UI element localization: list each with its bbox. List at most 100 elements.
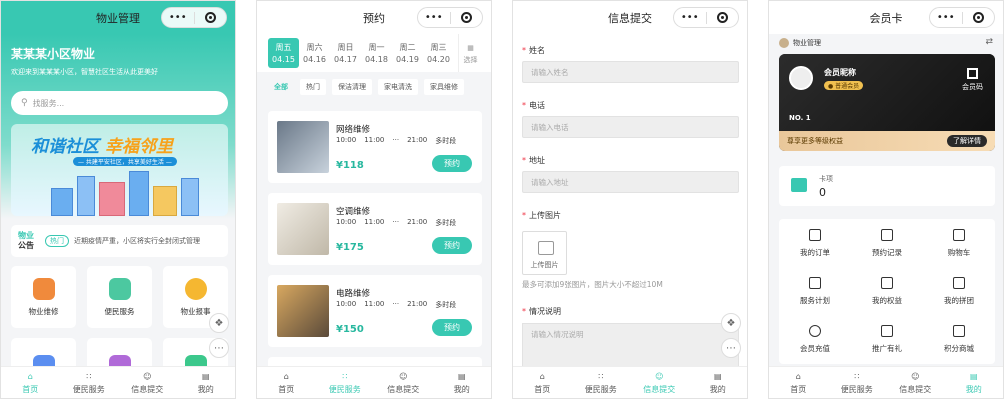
more-icon[interactable]: ••• (418, 8, 450, 27)
service-item[interactable]: 便民服务 (87, 266, 152, 328)
service-card[interactable]: 空调维修 10:00 11:00 ··· 21:00 多时段 ¥175 预约 (268, 193, 482, 265)
chat-icon (184, 277, 207, 300)
service-item[interactable]: 物业维修 (11, 266, 76, 328)
service-card[interactable]: 网络维修 10:00 11:00 ··· 21:00 多时段 ¥118 预约 (268, 111, 482, 183)
share-icon[interactable]: ❖ (209, 313, 229, 333)
menu-item[interactable]: 我的拼团 (923, 267, 995, 315)
date-item[interactable]: 周日 04.17 (330, 34, 361, 72)
level-badge: ● 普通会员 (824, 81, 864, 90)
date-item[interactable]: 周一 04.18 (361, 34, 392, 72)
detail-button[interactable]: 了解详情 (947, 135, 987, 147)
tab-home[interactable]: ⌂ 首页 (769, 367, 828, 398)
name-field[interactable]: 请输入姓名 (522, 61, 739, 83)
address-label: * 地址 (522, 156, 545, 165)
category-tab[interactable]: 全部 (268, 79, 294, 95)
close-icon[interactable] (451, 8, 483, 27)
home-icon: ⌂ (283, 371, 289, 381)
banner[interactable]: 和谐社区 幸福邻里 — 共建平安社区，共享美好生活 — (11, 124, 228, 216)
org-avatar (779, 38, 789, 48)
menu-item[interactable]: 购物车 (923, 219, 995, 267)
yen-icon (809, 325, 821, 338)
share-icon[interactable]: ❖ (721, 313, 741, 333)
phone-field[interactable]: 请输入电话 (522, 116, 739, 138)
service-chat-icon[interactable]: ⋯ (209, 338, 229, 358)
category-tab[interactable]: 家电清洗 (378, 79, 418, 95)
description-label: * 情况说明 (522, 307, 561, 316)
book-button[interactable]: 预约 (432, 155, 472, 172)
service-chat-icon[interactable]: ⋯ (721, 338, 741, 358)
tab-home[interactable]: ⌂ 首页 (1, 367, 60, 398)
tab-home[interactable]: ⌂ 首页 (257, 367, 316, 398)
more-icon[interactable]: ••• (674, 8, 706, 27)
wallet-icon (791, 178, 807, 192)
card-icon: ▤ (713, 371, 722, 381)
date-selector: 周五 04.15 周六 04.16 周日 04.17 周一 04.18 周二 04.19 … (257, 34, 491, 72)
book-button[interactable]: 预约 (432, 319, 472, 336)
tab-mine[interactable]: ▤ 我的 (689, 367, 748, 398)
phone-label: * 电话 (522, 101, 545, 110)
home-icon: ⌂ (539, 371, 545, 381)
tab-home[interactable]: ⌂ 首页 (513, 367, 572, 398)
more-icon[interactable]: ••• (162, 8, 194, 27)
search-input[interactable]: ⚲ 找服务... (11, 91, 228, 115)
mini-program-capsule[interactable]: ••• (161, 7, 227, 28)
grid-icon: ∷ (598, 371, 604, 381)
tab-submit[interactable]: ☺ 信息提交 (886, 367, 945, 398)
gift-icon (881, 276, 893, 289)
menu-item[interactable]: 推广有礼 (851, 316, 923, 364)
community-name: 某某某小区物业 (11, 47, 96, 61)
screen-home: 物业管理 ••• 某某某小区物业 欢迎来到某某某小区，智慧社区生活从此更美好 ⚲… (0, 0, 236, 399)
tab-submit[interactable]: ☺ 信息提交 (374, 367, 433, 398)
menu-item[interactable]: 服务计划 (779, 267, 851, 315)
tab-mine[interactable]: ▤ 我的 (433, 367, 492, 398)
price: ¥150 (336, 324, 364, 335)
address-field[interactable]: 请输入地址 (522, 171, 739, 193)
category-tab[interactable]: 家具维修 (424, 79, 464, 95)
tab-services[interactable]: ∷ 便民服务 (828, 367, 887, 398)
tab-mine[interactable]: ▤ 我的 (177, 367, 236, 398)
date-item[interactable]: 周五 04.15 (268, 38, 299, 68)
tab-services[interactable]: ∷ 便民服务 (60, 367, 119, 398)
tab-services[interactable]: ∷ 便民服务 (316, 367, 375, 398)
tab-submit[interactable]: ☺ 信息提交 (630, 367, 689, 398)
notice-bar[interactable]: 物业 公告 热门 近期疫情严重，小区将实行全封闭式管理 (11, 225, 228, 257)
mini-program-capsule[interactable]: ••• (417, 7, 483, 28)
close-icon[interactable] (707, 8, 739, 27)
date-item[interactable]: 周三 04.20 (423, 34, 454, 72)
menu-item[interactable]: 会员充值 (779, 316, 851, 364)
mini-program-capsule[interactable]: ••• (929, 7, 995, 28)
close-icon[interactable] (195, 8, 227, 27)
card-count[interactable]: 卡项 0 (779, 166, 995, 206)
grid-icon: ∷ (86, 371, 92, 381)
tab-mine[interactable]: ▤ 我的 (945, 367, 1004, 398)
name-label: * 姓名 (522, 46, 545, 55)
menu-item[interactable]: 积分商城 (923, 316, 995, 364)
service-image (277, 203, 329, 255)
tab-submit[interactable]: ☺ 信息提交 (118, 367, 177, 398)
tab-services[interactable]: ∷ 便民服务 (572, 367, 631, 398)
group-icon (953, 276, 965, 289)
upload-image-button[interactable]: 上传图片 (522, 231, 567, 275)
banner-subtitle: — 共建平安社区，共享美好生活 — (73, 157, 177, 166)
more-icon[interactable]: ••• (930, 8, 962, 27)
date-item[interactable]: 周二 04.19 (392, 34, 423, 72)
close-icon[interactable] (963, 8, 995, 27)
bag-icon (108, 277, 131, 300)
card-icon: ▤ (457, 371, 466, 381)
menu-item[interactable]: 预约记录 (851, 219, 923, 267)
date-item[interactable]: 周六 04.16 (299, 34, 330, 72)
member-code-button[interactable]: 会员码 (962, 68, 983, 92)
service-card[interactable]: 电路维修 10:00 11:00 ··· 21:00 多时段 ¥150 预约 (268, 275, 482, 347)
category-tabs: 全部 热门 保洁清理 家电清洗 家具维修 (268, 79, 464, 95)
category-tab[interactable]: 热门 (300, 79, 326, 95)
calendar-button[interactable]: ▦ 选择 (458, 34, 482, 72)
book-button[interactable]: 预约 (432, 237, 472, 254)
menu-item[interactable]: 我的权益 (851, 267, 923, 315)
tab-bar: ⌂ 首页 ∷ 便民服务 ☺ 信息提交 ▤ 我的 (1, 366, 235, 398)
mini-program-capsule[interactable]: ••• (673, 7, 739, 28)
member-menu: 我的订单 预约记录 购物车 服务计划 我的权益 我的拼团 会员充值 推广有礼 积… (779, 219, 995, 364)
category-tab[interactable]: 保洁清理 (332, 79, 372, 95)
switch-icon[interactable]: ⇄ (985, 37, 993, 47)
notice-label: 物业 公告 (18, 231, 34, 250)
menu-item[interactable]: 我的订单 (779, 219, 851, 267)
